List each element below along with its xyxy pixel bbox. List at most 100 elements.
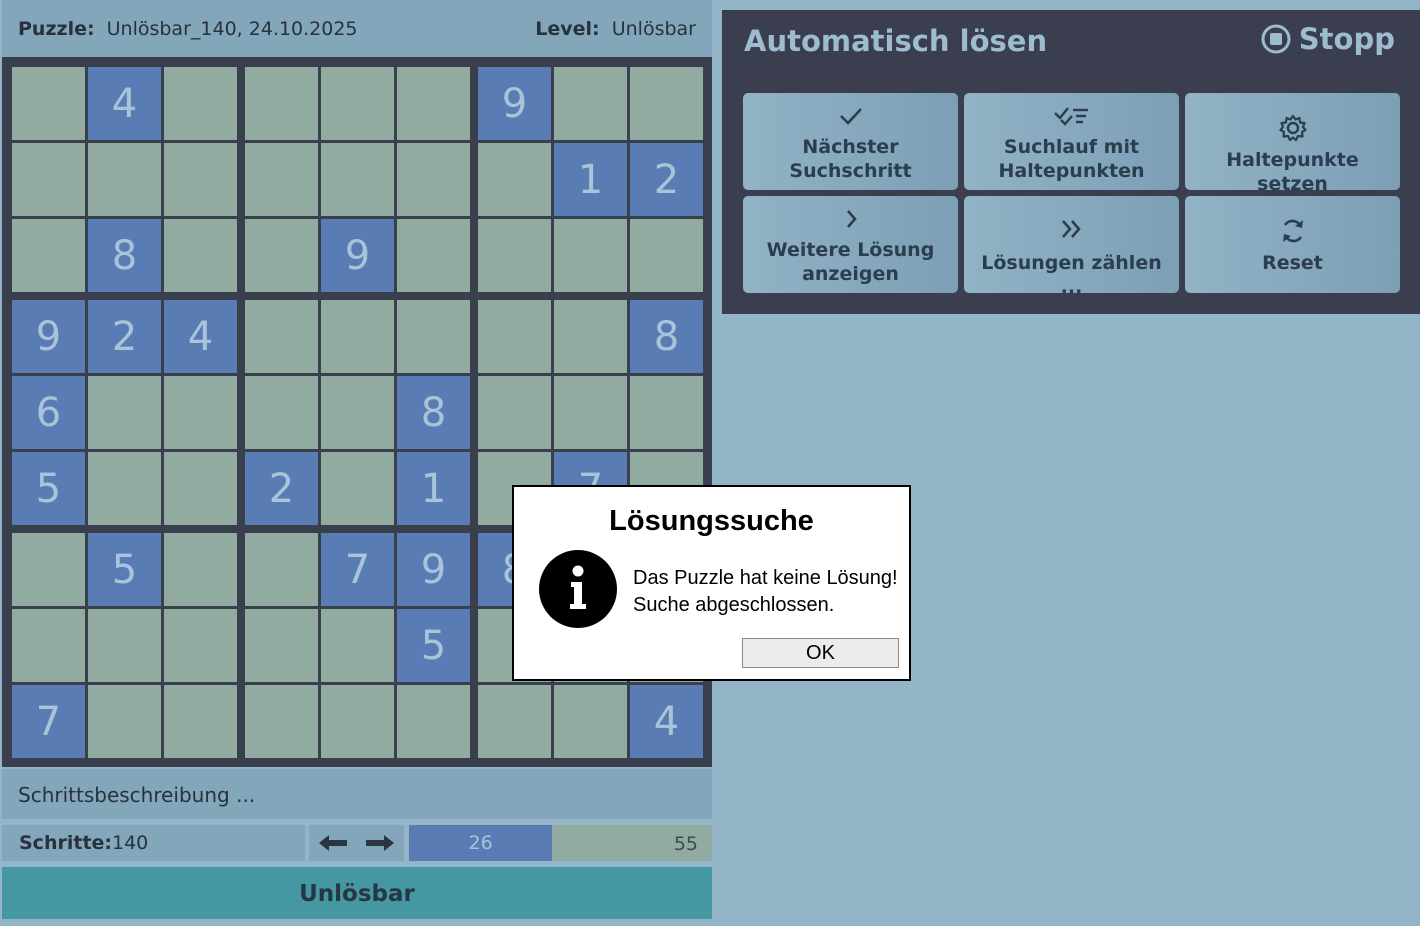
sudoku-cell[interactable]: [164, 376, 237, 449]
sudoku-cell[interactable]: [12, 219, 85, 292]
sudoku-cell[interactable]: 4: [630, 685, 703, 758]
sudoku-cell[interactable]: 5: [88, 533, 161, 606]
sudoku-cell[interactable]: [245, 376, 318, 449]
next-search-step-label: Nächster Suchschritt: [789, 136, 912, 182]
sudoku-cell[interactable]: [245, 533, 318, 606]
sudoku-cell[interactable]: 8: [88, 219, 161, 292]
sudoku-cell[interactable]: [397, 143, 470, 216]
sudoku-cell[interactable]: [321, 452, 394, 525]
sudoku-cell[interactable]: [397, 219, 470, 292]
status-bar: Unlösbar: [2, 867, 712, 919]
sudoku-cell[interactable]: [88, 452, 161, 525]
gear-icon: [1278, 114, 1307, 142]
sudoku-cell[interactable]: [88, 376, 161, 449]
arrow-right-icon[interactable]: [362, 831, 396, 855]
sudoku-cell[interactable]: 1: [397, 452, 470, 525]
progress-fill: 26: [409, 825, 553, 861]
sudoku-cell[interactable]: 4: [164, 300, 237, 373]
sudoku-cell[interactable]: [321, 67, 394, 140]
sudoku-cell[interactable]: [397, 685, 470, 758]
sudoku-cell[interactable]: [245, 300, 318, 373]
set-breakpoints-label: Haltepunkte setzen: [1226, 149, 1359, 195]
stop-icon: [1261, 24, 1291, 54]
sudoku-cell[interactable]: [12, 67, 85, 140]
sudoku-cell[interactable]: [321, 300, 394, 373]
sudoku-cell[interactable]: [245, 143, 318, 216]
show-next-solution-label: Weitere Lösung anzeigen: [766, 239, 935, 285]
stop-button[interactable]: Stopp: [1261, 22, 1395, 56]
sudoku-cell[interactable]: 8: [630, 300, 703, 373]
search-with-breakpoints-button[interactable]: Suchlauf mit Haltepunkten: [964, 93, 1179, 190]
sudoku-cell[interactable]: [478, 376, 551, 449]
sudoku-cell[interactable]: 2: [630, 143, 703, 216]
auto-solve-panel: Automatisch lösen Stopp Nächster Suchsch…: [722, 10, 1420, 314]
sudoku-cell[interactable]: [630, 376, 703, 449]
reset-button[interactable]: Reset: [1185, 196, 1400, 293]
sudoku-cell[interactable]: [88, 685, 161, 758]
dialog-message-line1: Das Puzzle hat keine Lösung!: [633, 567, 898, 589]
sudoku-cell[interactable]: [12, 609, 85, 682]
arrow-left-icon[interactable]: [317, 831, 351, 855]
sudoku-cell[interactable]: [321, 376, 394, 449]
count-solutions-button[interactable]: Lösungen zählen ...: [964, 196, 1179, 298]
sudoku-cell[interactable]: [164, 452, 237, 525]
sudoku-cell[interactable]: [321, 143, 394, 216]
sudoku-cell[interactable]: [397, 300, 470, 373]
sudoku-cell[interactable]: [630, 219, 703, 292]
steps-value: 140: [112, 832, 149, 854]
sudoku-cell[interactable]: [164, 609, 237, 682]
sudoku-cell[interactable]: [478, 219, 551, 292]
sudoku-cell[interactable]: 9: [12, 300, 85, 373]
sudoku-cell[interactable]: [554, 300, 627, 373]
sudoku-cell[interactable]: 7: [321, 533, 394, 606]
sudoku-cell[interactable]: 5: [12, 452, 85, 525]
sudoku-cell[interactable]: [478, 300, 551, 373]
sudoku-cell[interactable]: 4: [88, 67, 161, 140]
sudoku-cell[interactable]: [397, 67, 470, 140]
next-search-step-button[interactable]: Nächster Suchschritt: [743, 93, 958, 190]
sudoku-cell[interactable]: [478, 143, 551, 216]
ok-button[interactable]: OK: [742, 638, 899, 668]
sudoku-cell[interactable]: [12, 533, 85, 606]
show-next-solution-button[interactable]: Weitere Lösung anzeigen: [743, 196, 958, 293]
search-with-breakpoints-label: Suchlauf mit Haltepunkten: [998, 136, 1145, 182]
sudoku-cell[interactable]: [245, 219, 318, 292]
set-breakpoints-button[interactable]: Haltepunkte setzen: [1185, 93, 1400, 195]
sudoku-cell[interactable]: [630, 67, 703, 140]
step-navigation: [309, 825, 404, 861]
sudoku-cell[interactable]: [321, 609, 394, 682]
sudoku-cell[interactable]: [554, 376, 627, 449]
sudoku-cell[interactable]: [554, 67, 627, 140]
sudoku-cell[interactable]: [164, 143, 237, 216]
sudoku-cell[interactable]: [554, 685, 627, 758]
sudoku-cell[interactable]: 1: [554, 143, 627, 216]
sudoku-cell[interactable]: 2: [88, 300, 161, 373]
sudoku-cell[interactable]: [88, 609, 161, 682]
count-solutions-label: Lösungen zählen ...: [981, 252, 1162, 298]
refresh-icon: [1282, 219, 1303, 243]
sudoku-cell[interactable]: 5: [397, 609, 470, 682]
sudoku-cell[interactable]: 6: [12, 376, 85, 449]
sudoku-cell[interactable]: [88, 143, 161, 216]
sudoku-cell[interactable]: 7: [12, 685, 85, 758]
sudoku-cell[interactable]: 2: [245, 452, 318, 525]
sudoku-cell[interactable]: 9: [478, 67, 551, 140]
sudoku-cell[interactable]: [554, 219, 627, 292]
steps-label: Schritte:: [19, 832, 113, 854]
sudoku-cell[interactable]: [164, 685, 237, 758]
sudoku-cell[interactable]: 8: [397, 376, 470, 449]
sudoku-cell[interactable]: 9: [397, 533, 470, 606]
sudoku-cell[interactable]: [478, 685, 551, 758]
progress-bar[interactable]: 26 55: [409, 825, 712, 861]
sudoku-cell[interactable]: 9: [321, 219, 394, 292]
sudoku-cell[interactable]: [164, 533, 237, 606]
check-list-icon: [1053, 107, 1088, 126]
sudoku-cell[interactable]: [245, 609, 318, 682]
sudoku-cell[interactable]: [321, 685, 394, 758]
step-description: Schrittsbeschreibung ...: [18, 783, 256, 807]
sudoku-cell[interactable]: [12, 143, 85, 216]
sudoku-cell[interactable]: [245, 685, 318, 758]
sudoku-cell[interactable]: [164, 67, 237, 140]
sudoku-cell[interactable]: [245, 67, 318, 140]
sudoku-cell[interactable]: [164, 219, 237, 292]
